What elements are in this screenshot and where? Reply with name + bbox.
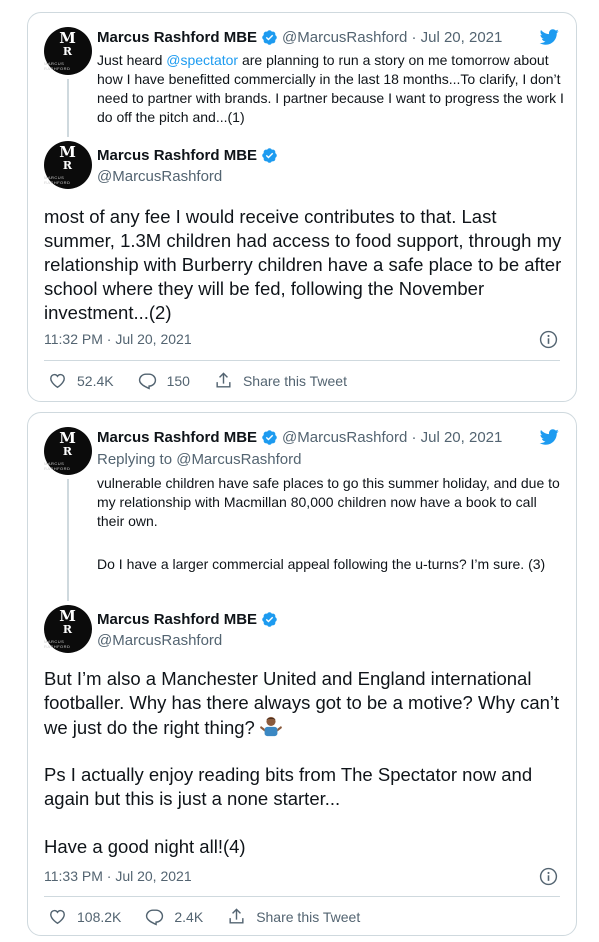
replying-to[interactable]: Replying to @MarcusRashford xyxy=(97,451,301,468)
author-row: Marcus Rashford MBE xyxy=(97,611,282,628)
quoted-tweet-text-para2: Do I have a larger commercial appeal fol… xyxy=(97,556,546,572)
tweet-text-para3: Have a good night all!(4) xyxy=(44,836,246,857)
like-count: 52.4K xyxy=(77,372,114,389)
person-shrugging-emoji-icon xyxy=(259,716,282,737)
heart-icon xyxy=(50,909,65,925)
like-button[interactable]: 108.2K xyxy=(48,907,121,926)
share-icon xyxy=(216,372,231,388)
author-name[interactable]: Marcus Rashford MBE xyxy=(97,29,257,46)
twitter-bird-icon[interactable] xyxy=(537,27,561,47)
tweet-text: most of any fee I would receive contribu… xyxy=(44,206,562,323)
quoted-tweet-text: Just heard @spectator are planning to ru… xyxy=(97,52,564,125)
reply-button[interactable]: 2.4K xyxy=(145,907,203,926)
divider xyxy=(44,360,560,361)
author-handle[interactable]: @MarcusRashford xyxy=(97,168,222,185)
reply-count: 150 xyxy=(166,372,190,389)
share-button[interactable]: Share this Tweet xyxy=(214,371,347,390)
share-label: Share this Tweet xyxy=(256,908,361,925)
action-bar: 52.4K 150 Share this Tweet xyxy=(48,371,371,390)
action-bar: 108.2K 2.4K Share this Tweet xyxy=(48,907,384,926)
reply-bubble-icon xyxy=(138,373,156,390)
share-label: Share this Tweet xyxy=(242,372,347,389)
verified-badge-icon xyxy=(262,148,277,163)
like-count: 108.2K xyxy=(77,908,122,925)
tweet-timestamp[interactable]: 11:33 PM · Jul 20, 2021 xyxy=(44,868,192,884)
handle-and-date[interactable]: @MarcusRashford · Jul 20, 2021 xyxy=(282,29,502,46)
verified-badge-icon xyxy=(262,612,277,627)
info-icon[interactable] xyxy=(539,867,558,886)
tweet-card-2[interactable]: M R MARCUS RASHFORD Marcus Rashford MBE @M… xyxy=(27,412,577,936)
tweet-text-para1: But I’m also a Manchester United and Eng… xyxy=(44,668,560,738)
tweet-card-1[interactable]: M R MARCUS RASHFORD Marcus Rashford MBE @M… xyxy=(27,12,577,402)
info-icon[interactable] xyxy=(539,330,558,349)
verified-badge-icon xyxy=(262,430,277,445)
divider xyxy=(44,896,560,897)
reply-count: 2.4K xyxy=(174,908,204,925)
author-name[interactable]: Marcus Rashford MBE xyxy=(97,611,257,628)
avatar[interactable]: M R MARCUS RASHFORD xyxy=(44,427,92,475)
verified-badge-icon xyxy=(262,30,277,45)
reply-bubble-icon xyxy=(146,909,164,926)
handle-and-date[interactable]: @MarcusRashford · Jul 20, 2021 xyxy=(282,429,502,446)
avatar[interactable]: M R MARCUS RASHFORD xyxy=(44,605,92,653)
quoted-tweet-text-para1: vulnerable children have safe places to … xyxy=(97,475,560,529)
avatar[interactable]: M R MARCUS RASHFORD xyxy=(44,27,92,75)
reply-button[interactable]: 150 xyxy=(138,371,190,390)
avatar[interactable]: M R MARCUS RASHFORD xyxy=(44,141,92,189)
author-name[interactable]: Marcus Rashford MBE xyxy=(97,429,257,446)
twitter-bird-icon[interactable] xyxy=(537,427,561,447)
tweet-text-para2: Ps I actually enjoy reading bits from Th… xyxy=(44,764,533,809)
author-name[interactable]: Marcus Rashford MBE xyxy=(97,147,257,164)
thread-connector-line xyxy=(67,79,69,137)
share-button[interactable]: Share this Tweet xyxy=(227,907,360,926)
thread-connector-line xyxy=(67,479,69,601)
author-row: Marcus Rashford MBE @MarcusRashford · Ju… xyxy=(97,429,502,446)
author-row: Marcus Rashford MBE @MarcusRashford · Ju… xyxy=(97,29,502,46)
share-icon xyxy=(229,908,244,924)
mention-link[interactable]: @spectator xyxy=(166,52,238,68)
author-handle[interactable]: @MarcusRashford xyxy=(97,632,222,649)
like-button[interactable]: 52.4K xyxy=(48,371,114,390)
heart-icon xyxy=(50,373,65,389)
tweet-timestamp[interactable]: 11:32 PM · Jul 20, 2021 xyxy=(44,331,192,347)
author-row: Marcus Rashford MBE xyxy=(97,147,282,164)
